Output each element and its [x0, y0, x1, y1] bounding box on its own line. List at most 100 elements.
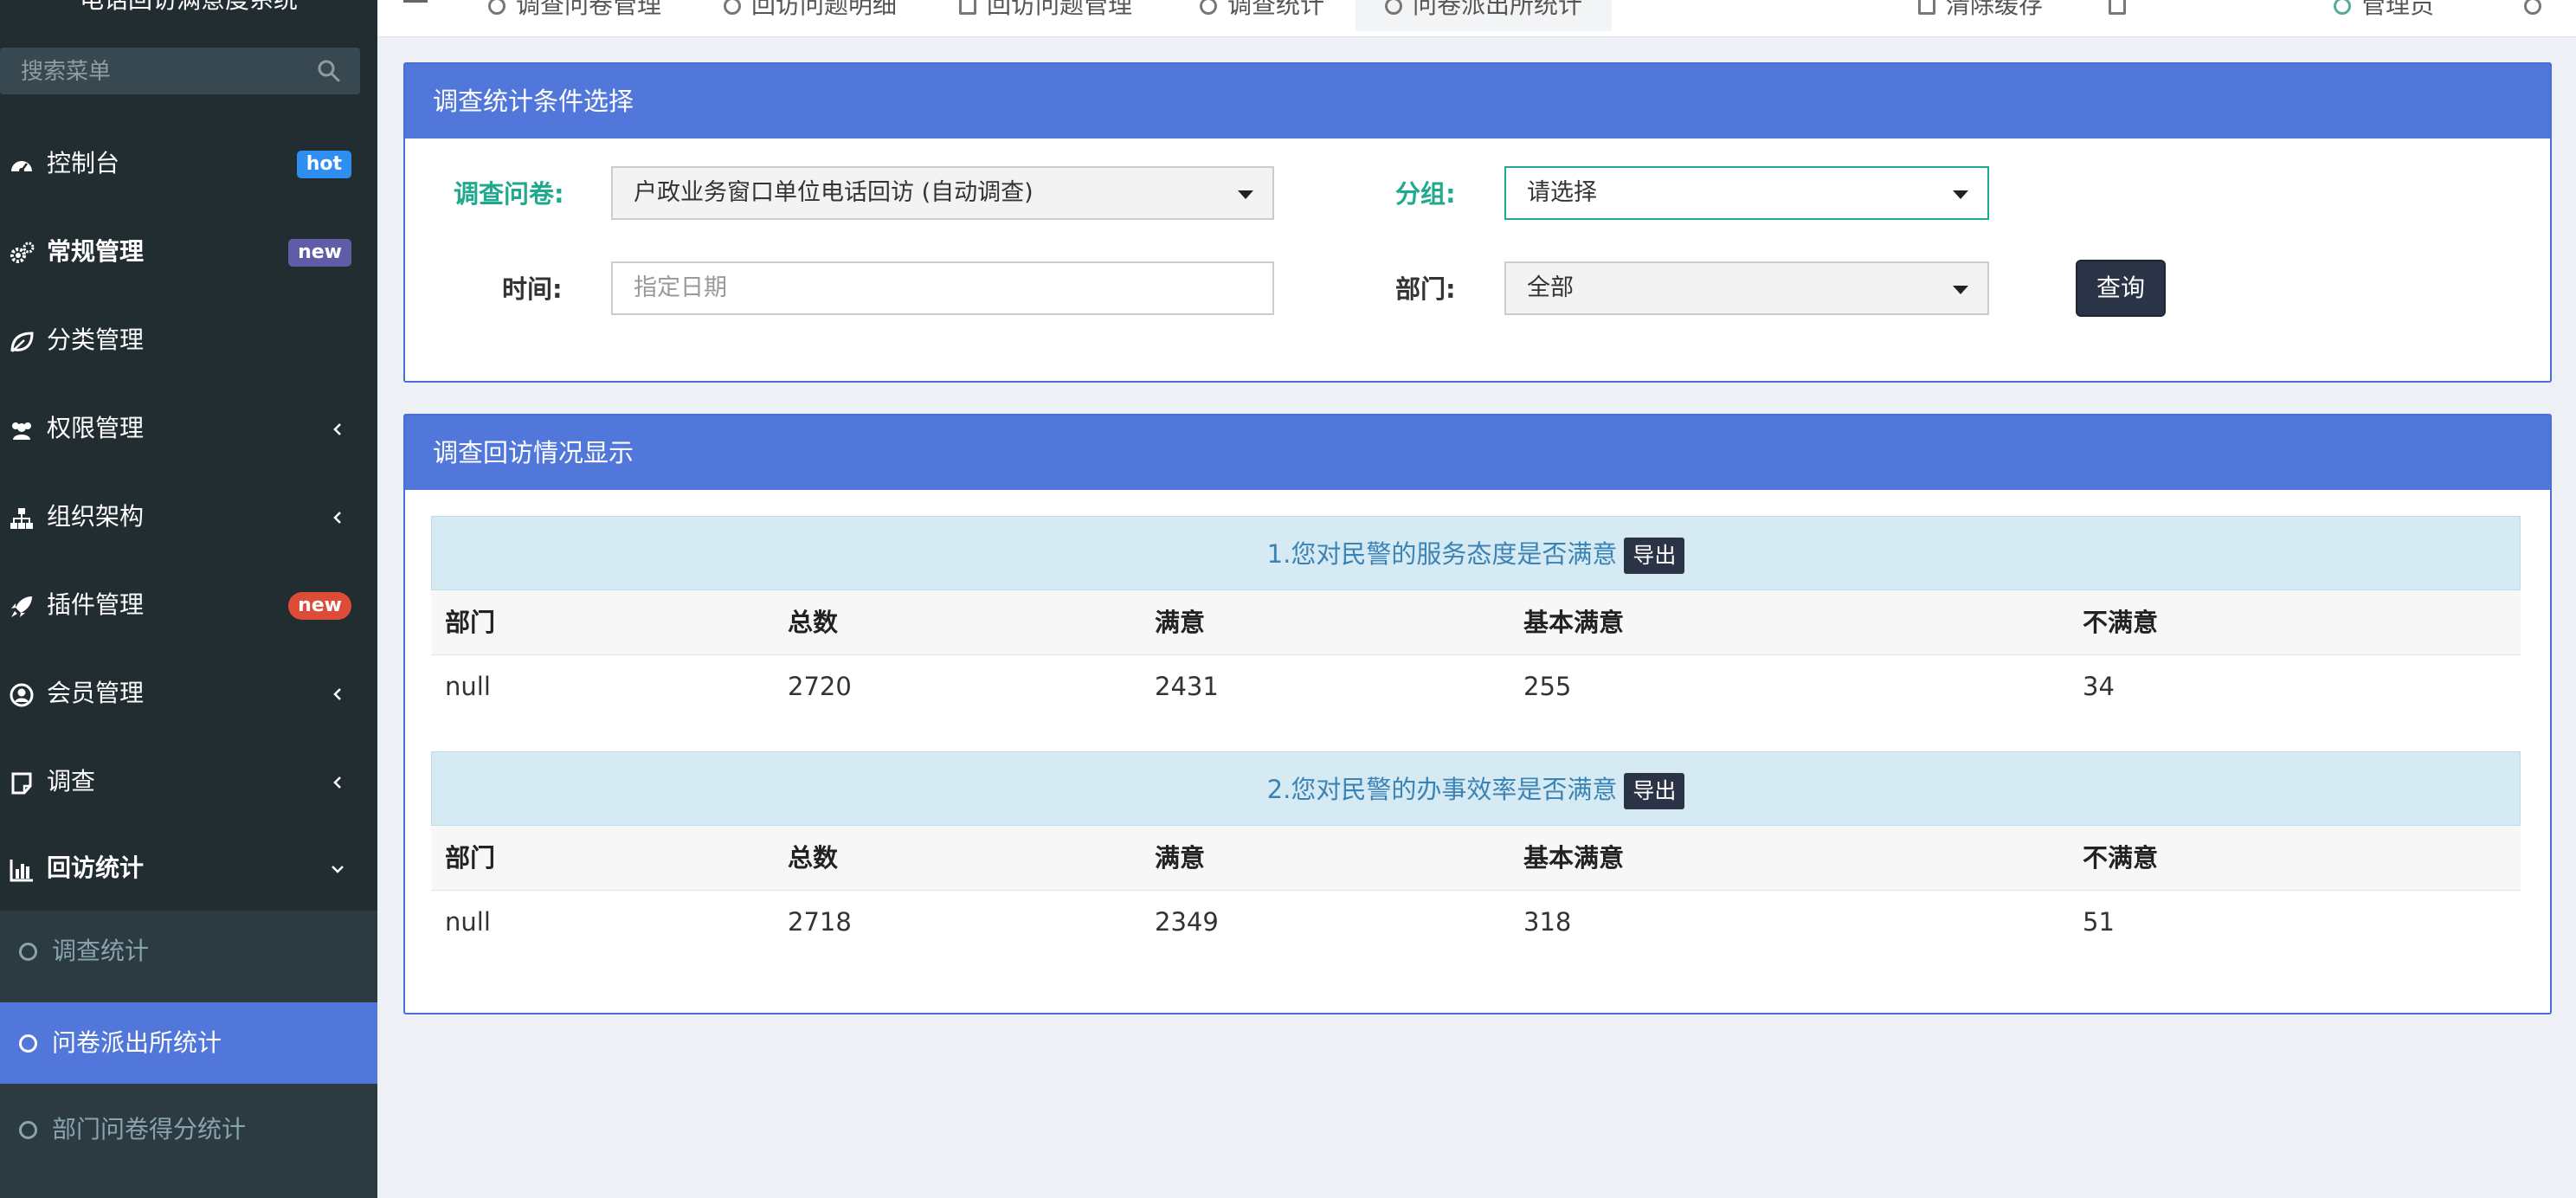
column-header: 部门 — [445, 608, 496, 637]
fullscreen-button[interactable] — [2109, 0, 2136, 31]
sidebar-item-label: 控制台 — [47, 149, 120, 177]
column-header: 部门 — [445, 843, 496, 873]
admin-menu[interactable]: 管理员 — [2334, 0, 2434, 31]
table-cell: 318 — [1523, 907, 1572, 937]
sidebar-subitem-label: 调查统计 — [52, 937, 150, 965]
query-button[interactable]: 查询 — [2076, 260, 2166, 317]
caret-down-icon — [1238, 190, 1253, 199]
sitemap-icon — [10, 508, 33, 529]
menu-search-input[interactable] — [19, 48, 299, 96]
note-icon — [11, 772, 32, 795]
column-header: 总数 — [788, 608, 839, 637]
sidebar-subitem-survey-stats[interactable]: 调查统计 — [0, 911, 377, 992]
column-header: 满意 — [1155, 843, 1206, 873]
date-input[interactable]: 指定日期 — [611, 261, 1274, 315]
sidebar-item-plugins[interactable]: 插件管理 new — [0, 561, 377, 649]
sidebar-item-category[interactable]: 分类管理 — [0, 296, 377, 384]
sidebar-subitem-label: 部门问卷得分统计 — [52, 1115, 247, 1143]
chevron-left-icon — [333, 776, 341, 789]
table-cell: 2349 — [1155, 907, 1219, 937]
users-icon — [12, 422, 31, 440]
panel-header: 调查统计条件选择 — [405, 64, 2550, 138]
sidebar-item-label: 会员管理 — [47, 679, 145, 707]
sidebar-item-label: 分类管理 — [47, 325, 145, 354]
table-row: null 2720 2431 255 34 — [431, 654, 2521, 718]
questionnaire-select-value: 户政业务窗口单位电话回访 (自动调查) — [634, 179, 1034, 206]
file-icon — [959, 0, 976, 15]
export-button[interactable]: 导出 — [1624, 773, 1685, 809]
circle-icon — [1200, 0, 1217, 15]
column-header: 总数 — [788, 843, 839, 873]
chevron-left-icon — [333, 423, 341, 435]
sidebar-item-label: 组织架构 — [47, 502, 145, 531]
dept-select-value: 全部 — [1527, 274, 1574, 301]
expand-icon — [2109, 0, 2126, 15]
table-cell: 51 — [2083, 907, 2115, 937]
column-header: 基本满意 — [1523, 608, 1625, 637]
table-cell: 2718 — [788, 907, 852, 937]
column-header: 不满意 — [2083, 843, 2159, 873]
tab-callback-detail[interactable]: 回访问题明细 — [724, 0, 897, 31]
dashboard-icon — [11, 161, 32, 173]
tab-callback-manage[interactable]: 回访问题管理 — [959, 0, 1132, 31]
table-cell: 2720 — [788, 672, 852, 701]
sidebar-subitem-dept-score-stats[interactable]: 部门问卷得分统计 — [0, 1089, 377, 1170]
circle-icon — [19, 1121, 37, 1139]
questionnaire-select[interactable]: 户政业务窗口单位电话回访 (自动调查) — [611, 166, 1274, 220]
table-cell: 34 — [2083, 672, 2115, 701]
new-badge: new — [288, 239, 351, 267]
results-panel: 调查回访情况显示 1.您对民警的服务态度是否满意 导出 部门 总数 满意 基本满意… — [403, 414, 2552, 1014]
caret-down-icon — [1953, 286, 1968, 294]
tab-survey-stats[interactable]: 调查统计 — [1200, 0, 1324, 31]
sidebar-item-general[interactable]: 常规管理 new — [0, 208, 377, 296]
column-header: 满意 — [1155, 608, 1206, 637]
tab-station-stats[interactable]: 问卷派出所统计 — [1356, 0, 1613, 31]
panel-header: 调查回访情况显示 — [405, 415, 2550, 490]
table-cell: 255 — [1523, 672, 1572, 701]
column-header: 基本满意 — [1523, 843, 1625, 873]
sidebar-item-label: 权限管理 — [47, 414, 145, 442]
menu-search — [0, 48, 360, 96]
questionnaire-label: 调查问卷: — [454, 179, 564, 209]
clear-cache-button[interactable]: 清除缓存 — [1918, 0, 2043, 31]
sidebar-item-label: 常规管理 — [47, 237, 145, 266]
menu-toggle-icon[interactable] — [403, 0, 428, 7]
circle-icon — [724, 0, 741, 15]
panel-title: 调查统计条件选择 — [433, 87, 634, 116]
tab-questionnaire-manage[interactable]: 调查问卷管理 — [488, 0, 661, 31]
hot-badge: hot — [296, 151, 351, 178]
sidebar-item-organization[interactable]: 组织架构 — [0, 473, 377, 561]
rocket-icon — [11, 596, 32, 617]
table-header: 部门 总数 满意 基本满意 不满意 — [431, 826, 2521, 891]
callback-stats-submenu: 调查统计 问卷派出所统计 部门问卷得分统计 — [0, 911, 377, 1198]
circle-icon — [19, 943, 37, 961]
export-button[interactable]: 导出 — [1624, 538, 1685, 574]
question-title: 1.您对民警的服务态度是否满意 导出 — [431, 516, 2521, 590]
group-label: 分组: — [1395, 179, 1456, 209]
app-title: 电话回访满意度系统 — [0, 0, 377, 16]
panel-title: 调查回访情况显示 — [433, 438, 634, 467]
sidebar-item-permission[interactable]: 权限管理 — [0, 384, 377, 473]
table-cell: 2431 — [1155, 672, 1219, 701]
bar-chart-icon — [10, 860, 33, 882]
avatar — [2334, 0, 2351, 15]
chevron-down-icon — [332, 866, 344, 873]
sidebar-item-members[interactable]: 会员管理 — [0, 649, 377, 737]
column-header: 不满意 — [2083, 608, 2159, 637]
table-cell: null — [445, 907, 491, 937]
sidebar-subitem-station-stats[interactable]: 问卷派出所统计 — [0, 1002, 377, 1084]
search-icon[interactable] — [317, 59, 341, 83]
sidebar-item-survey[interactable]: 调查 — [0, 737, 377, 826]
sidebar-item-label: 回访统计 — [47, 853, 145, 882]
group-select-value: 请选择 — [1527, 179, 1597, 206]
table-header: 部门 总数 满意 基本满意 不满意 — [431, 590, 2521, 655]
dept-label: 部门: — [1395, 274, 1456, 304]
filter-panel: 调查统计条件选择 调查问卷: 户政业务窗口单位电话回访 (自动调查) 分组: 请… — [403, 62, 2552, 383]
caret-down-icon — [1953, 190, 1968, 199]
gear-icon — [2524, 0, 2541, 15]
dept-select[interactable]: 全部 — [1504, 261, 1989, 315]
settings-button[interactable] — [2524, 0, 2552, 31]
sidebar-item-dashboard[interactable]: 控制台 hot — [0, 119, 377, 208]
sidebar-item-callback-stats[interactable]: 回访统计 — [0, 824, 377, 912]
group-select[interactable]: 请选择 — [1504, 166, 1989, 220]
